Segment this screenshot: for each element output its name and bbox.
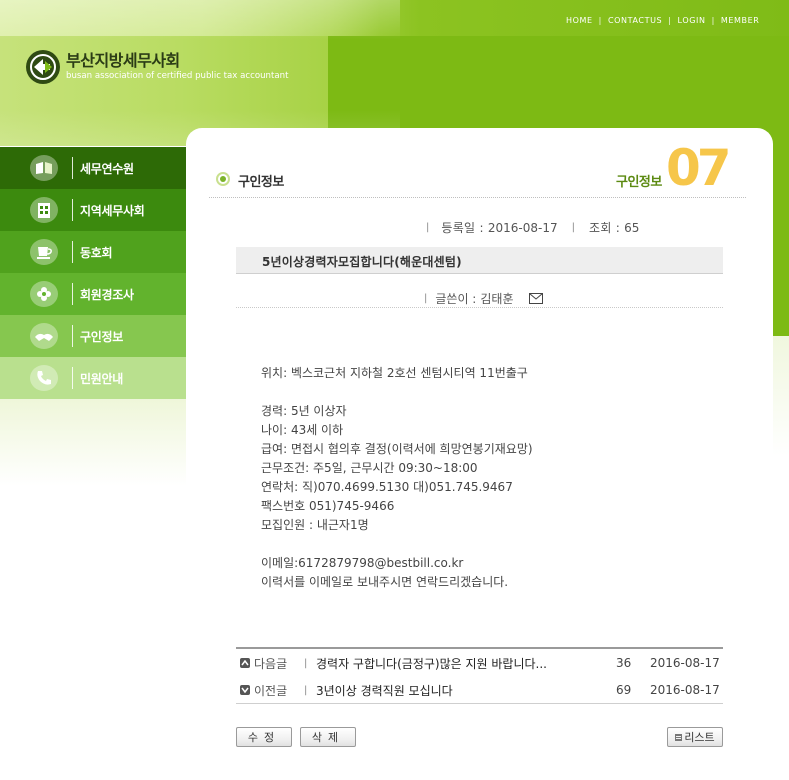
- right-fade: [773, 336, 789, 780]
- sidebar-menu: 세무연수원 지역세무사회 동호회 회원경조사 구인정보 민원안내: [0, 147, 186, 399]
- post-author: 김태훈: [480, 292, 514, 306]
- next-post-title[interactable]: 경력자 구합니다(금정구)많은 지원 바랍니다...: [316, 655, 547, 672]
- nav-contactus-link[interactable]: CONTACTUS: [608, 16, 662, 25]
- page-title: 구인정보: [238, 175, 284, 190]
- post-date: 2016-08-17: [487, 220, 558, 235]
- body-line: 급여: 면접시 협의후 결정(이력서에 희망연봉기재요망): [261, 442, 533, 456]
- post-title-bar: 5년이상경력자모집합니다(해운대센텀): [236, 247, 723, 274]
- next-post-kind: 다음글: [254, 656, 288, 671]
- body-blank-line: [261, 535, 721, 554]
- body-line: 팩스번호 051)745-9466: [261, 499, 395, 513]
- top-nav: HOME | CONTACTUS | LOGIN | MEMBER: [566, 16, 759, 25]
- book-icon: [30, 155, 58, 181]
- meta-separator: |: [571, 222, 575, 233]
- nav-separator: |: [668, 16, 672, 25]
- page-header: 구인정보 구인정보 07: [216, 139, 746, 198]
- phone-icon: [30, 365, 58, 391]
- sidebar-item-tax-institute[interactable]: 세무연수원: [0, 147, 186, 189]
- menu-divider: [72, 367, 73, 389]
- body-line: 모집인원 : 내근자1명: [261, 518, 369, 532]
- meta-separator: |: [426, 222, 430, 233]
- list-button-label: 리스트: [684, 731, 715, 744]
- section-number: 07: [666, 139, 732, 197]
- post-meta: | 등록일 : 2016-08-17 | 조회 : 65: [426, 219, 639, 236]
- nav-member-link[interactable]: MEMBER: [721, 16, 760, 25]
- body-line: 나이: 43세 이하: [261, 423, 344, 437]
- menu-divider: [72, 283, 73, 305]
- meta-divider: [236, 307, 723, 308]
- post-views: 65: [624, 220, 640, 235]
- menu-divider: [72, 241, 73, 263]
- logo-title: 부산지방세무사회: [66, 51, 180, 70]
- body-line: 근무조건: 주5일, 근무시간 09:30~18:00: [261, 461, 478, 475]
- nav-separator: |: [598, 16, 602, 25]
- sidebar-item-label: 지역세무사회: [80, 204, 145, 218]
- sidebar-item-label: 구인정보: [80, 330, 123, 344]
- sidebar-item-jobs[interactable]: 구인정보: [0, 315, 186, 357]
- sidebar-item-club[interactable]: 동호회: [0, 231, 186, 273]
- prev-post-title[interactable]: 3년이상 경력직원 모십니다: [316, 682, 453, 699]
- nav-home-link[interactable]: HOME: [566, 16, 593, 25]
- chevron-up-icon: [240, 658, 250, 668]
- logo-text: 부산지방세무사회 busan association of certified …: [66, 52, 288, 82]
- body-blank-line: [261, 383, 721, 402]
- sidebar-item-label: 세무연수원: [80, 162, 134, 176]
- list-button[interactable]: 리스트: [667, 727, 723, 747]
- author-label: 글쓴이 :: [435, 292, 477, 306]
- next-post-date: 2016-08-17: [650, 656, 720, 670]
- sidebar-fade: [0, 396, 186, 486]
- author-row: | 글쓴이 : 김태훈: [424, 290, 544, 307]
- body-email-line: 이메일:6172879798@bestbill.co.kr: [261, 556, 464, 570]
- chevron-down-icon: [240, 685, 250, 695]
- body-line: 연락처: 직)070.4699.5130 대)051.745.9467: [261, 480, 513, 494]
- prev-post-row[interactable]: 이전글 | 3년이상 경력직원 모십니다 69 2016-08-17: [236, 677, 723, 703]
- cup-icon: [30, 239, 58, 265]
- prev-next-list: 다음글 | 경력자 구합니다(금정구)많은 지원 바랍니다... 36 2016…: [236, 647, 723, 704]
- body-line: 위치: 벡스코근처 지하철 2호선 센텀시티역 11번출구: [261, 366, 528, 380]
- views-label: 조회 :: [588, 221, 621, 235]
- sidebar-item-regional[interactable]: 지역세무사회: [0, 189, 186, 231]
- sidebar-item-label: 회원경조사: [80, 288, 134, 302]
- site-logo[interactable]: 부산지방세무사회 busan association of certified …: [26, 50, 288, 84]
- post-title: 5년이상경력자모집합니다(해운대센텀): [262, 255, 462, 269]
- date-label: 등록일 :: [441, 221, 484, 235]
- list-icon: [675, 733, 683, 741]
- prev-post-date: 2016-08-17: [650, 683, 720, 697]
- logo-emblem-icon: [26, 50, 60, 84]
- mail-icon[interactable]: [529, 293, 544, 304]
- meta-separator: |: [424, 293, 428, 304]
- section-label: 구인정보: [616, 175, 662, 190]
- post-body: 위치: 벡스코근처 지하철 2호선 센텀시티역 11번출구 경력: 5년 이상자…: [261, 364, 721, 592]
- sidebar-item-events[interactable]: 회원경조사: [0, 273, 186, 315]
- sidebar-item-label: 동호회: [80, 246, 113, 260]
- next-post-row[interactable]: 다음글 | 경력자 구합니다(금정구)많은 지원 바랍니다... 36 2016…: [236, 649, 723, 677]
- header-divider: [209, 197, 746, 198]
- body-line: 경력: 5년 이상자: [261, 404, 347, 418]
- bullet-icon: [216, 172, 230, 186]
- building-icon: [30, 197, 58, 223]
- flower-icon: [30, 281, 58, 307]
- edit-button[interactable]: 수정: [236, 727, 292, 747]
- nav-separator: |: [304, 684, 308, 696]
- nav-login-link[interactable]: LOGIN: [678, 16, 706, 25]
- body-line: 이력서를 이메일로 보내주시면 연락드리겠습니다.: [261, 575, 509, 589]
- sidebar-item-civil[interactable]: 민원안내: [0, 357, 186, 399]
- menu-divider: [72, 157, 73, 179]
- next-post-hits: 36: [616, 656, 632, 670]
- sidebar-item-label: 민원안내: [80, 372, 123, 386]
- nav-separator: |: [304, 657, 308, 669]
- hands-icon: [30, 323, 58, 349]
- prev-post-kind: 이전글: [254, 683, 288, 698]
- nav-separator: |: [711, 16, 715, 25]
- prev-post-hits: 69: [616, 683, 632, 697]
- delete-button[interactable]: 삭제: [300, 727, 356, 747]
- menu-divider: [72, 325, 73, 347]
- logo-subtitle: busan association of certified public ta…: [66, 71, 289, 81]
- menu-divider: [72, 199, 73, 221]
